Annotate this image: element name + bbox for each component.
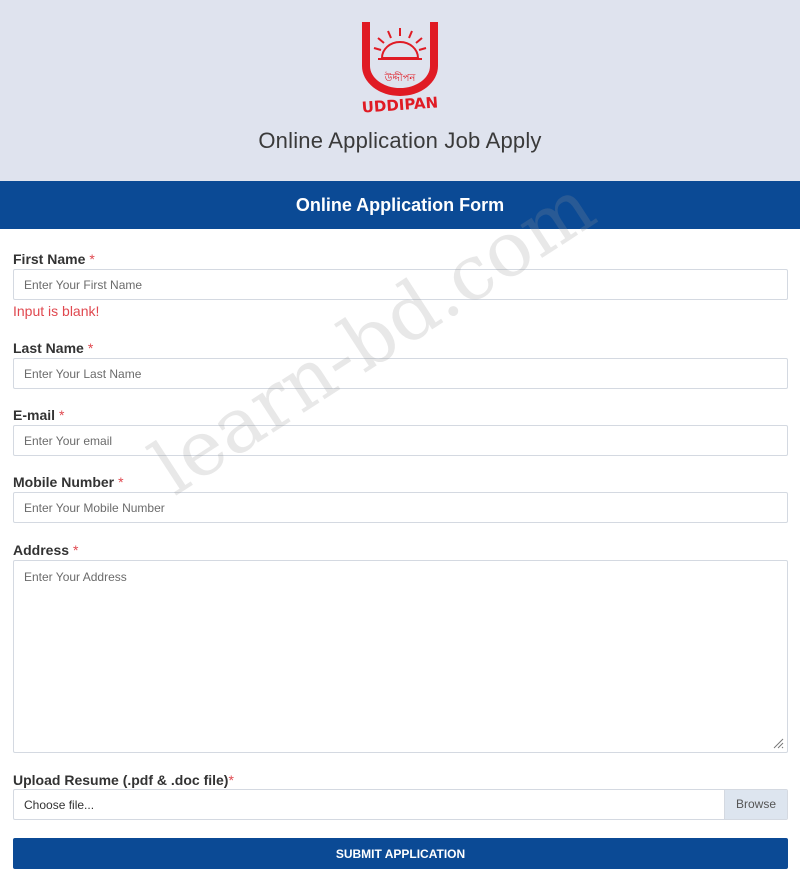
svg-text:UDDIPAN: UDDIPAN [361,93,439,116]
submit-application-button[interactable]: SUBMIT APPLICATION [13,838,788,869]
page-header: উদ্দীপন UDDIPAN Online Application Job A… [0,0,800,181]
email-label: E-mail * [13,407,64,423]
first-name-input[interactable] [13,269,788,300]
required-asterisk: * [118,474,124,490]
required-asterisk: * [73,542,79,558]
required-asterisk: * [87,340,94,356]
address-textarea[interactable] [13,560,788,753]
last-name-label: Last Name * [13,340,93,356]
uddipan-logo: উদ্দীপন UDDIPAN [361,22,439,117]
page-title: Online Application Job Apply [258,128,542,153]
file-input-text: Choose file... [24,798,95,812]
mobile-label: Mobile Number * [13,474,124,490]
address-label-text: Address [13,542,70,558]
email-label-text: E-mail [13,407,56,423]
mobile-number-input[interactable] [13,492,788,523]
last-name-input[interactable] [13,358,788,389]
first-name-label: First Name * [13,251,95,267]
first-name-label-text: First Name [13,251,86,267]
first-name-error: Input is blank! [13,303,100,319]
email-input[interactable] [13,425,788,456]
required-asterisk: * [59,407,65,423]
address-label: Address * [13,542,78,558]
resume-file-input[interactable]: Choose file... Browse [13,789,788,820]
required-asterisk: * [89,251,95,267]
form-title-banner: Online Application Form [0,181,800,229]
upload-resume-label-text: Upload Resume (.pdf & .doc file) [13,772,229,788]
last-name-label-text: Last Name [13,340,84,356]
upload-resume-label: Upload Resume (.pdf & .doc file)* [13,772,234,788]
browse-button[interactable]: Browse [724,790,787,819]
svg-text:উদ্দীপন: উদ্দীপন [384,71,417,84]
required-asterisk: * [228,772,234,788]
mobile-label-text: Mobile Number [13,474,115,490]
